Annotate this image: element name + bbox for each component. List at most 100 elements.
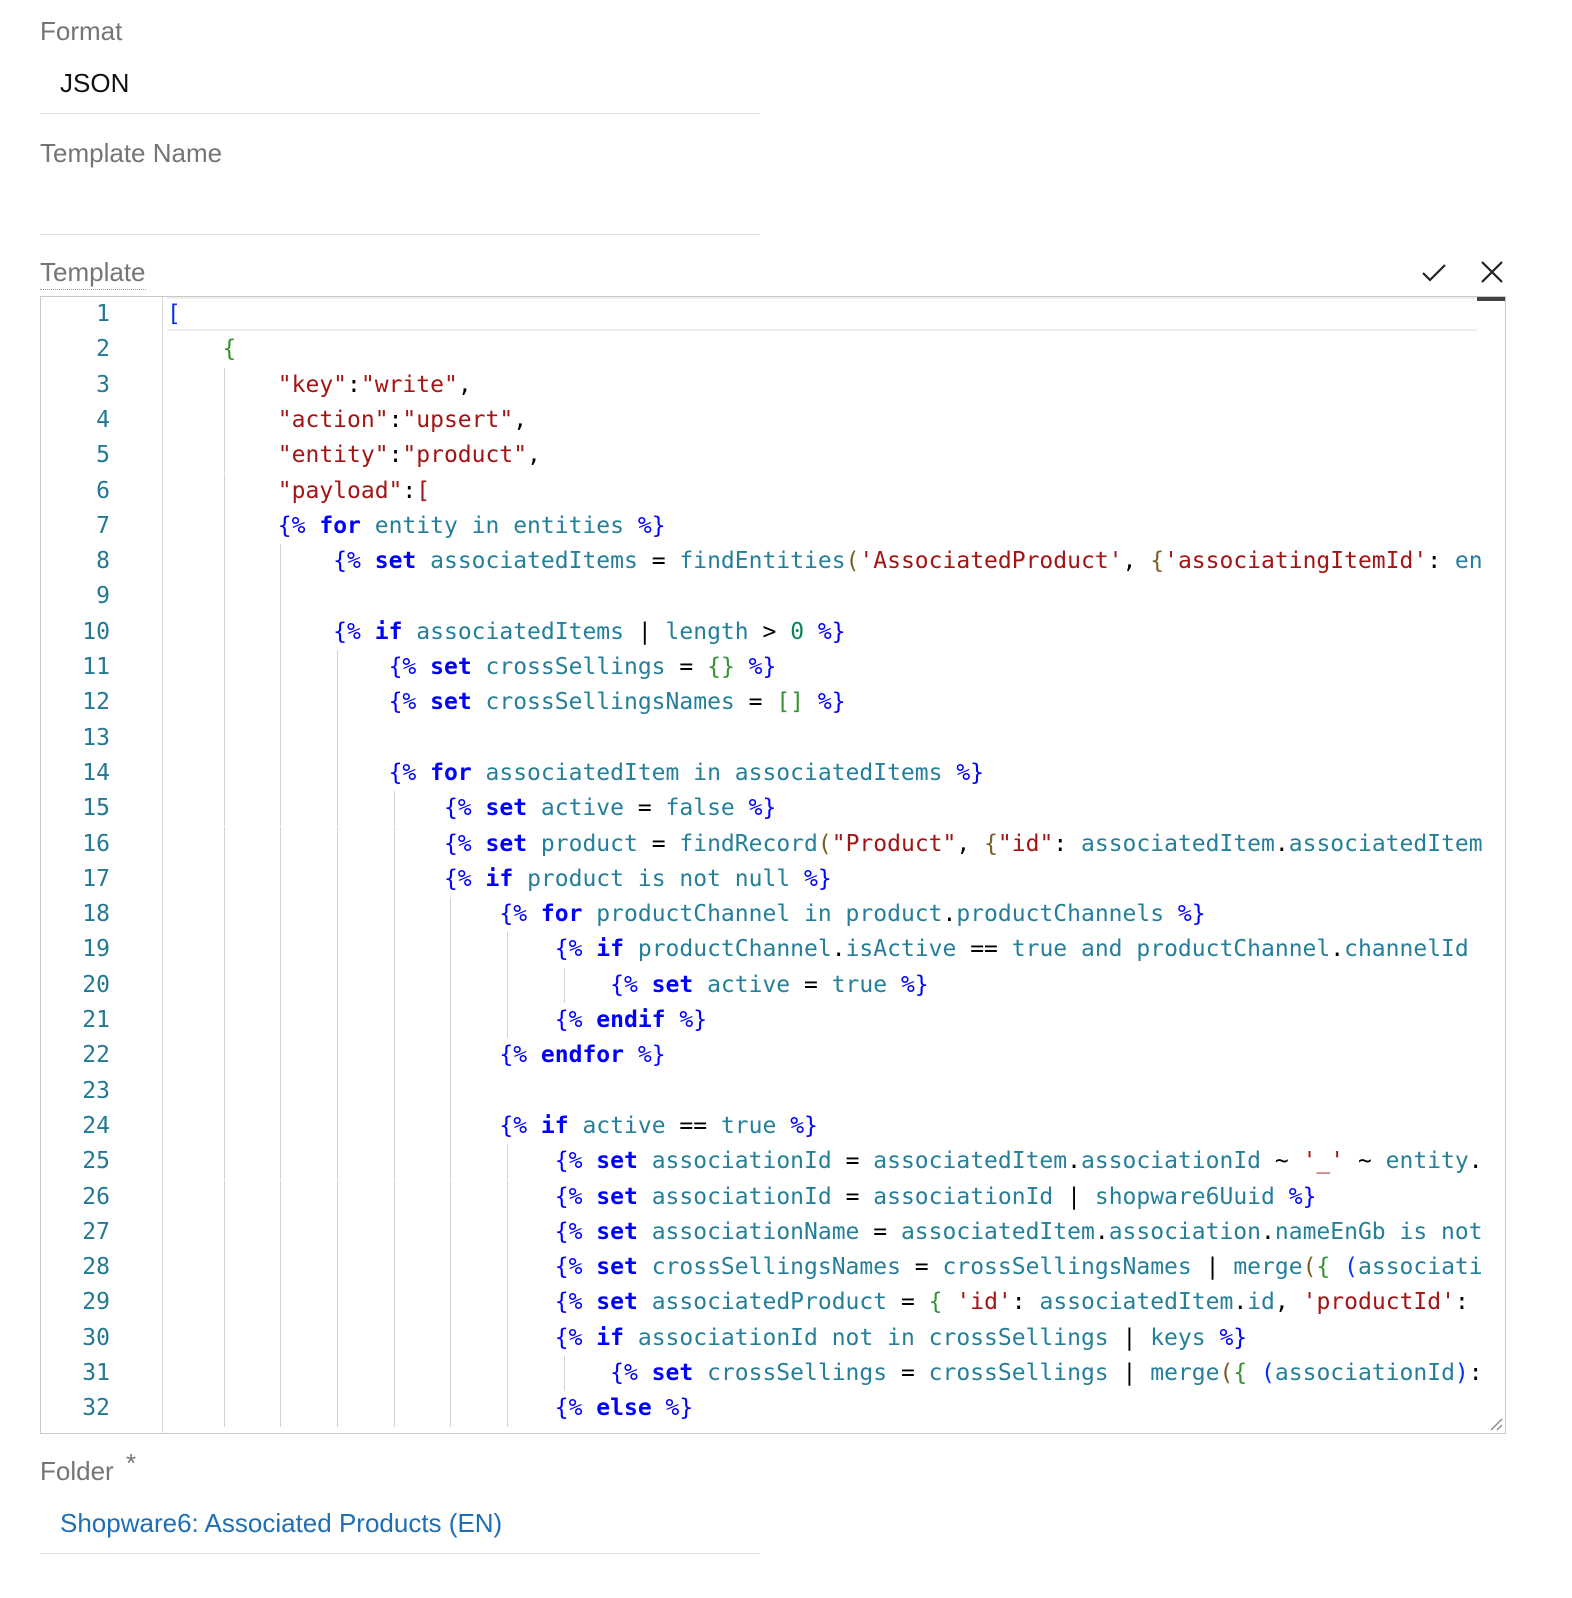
- indent-guide: [393, 1250, 395, 1286]
- indent-guide: [393, 1391, 395, 1427]
- line-number: 15: [82, 795, 110, 822]
- code-token: associationId: [637, 1148, 846, 1175]
- code-token: :: [402, 477, 417, 504]
- indent-guide: [393, 967, 395, 1003]
- code-line: {% set associationId = associationId | s…: [167, 1180, 1317, 1215]
- code-token: {%: [554, 1254, 583, 1281]
- code-line: {% if productChannel.isActive == true an…: [167, 932, 1469, 967]
- indent-guide: [450, 1038, 452, 1074]
- code-token: {%: [333, 548, 361, 575]
- code-token: product is not null: [513, 865, 805, 892]
- indent-guide: [393, 1073, 395, 1109]
- line-number: 8: [96, 548, 110, 575]
- code-token: (: [817, 830, 832, 857]
- indent-guide: [450, 897, 452, 933]
- code-token: =: [637, 795, 666, 822]
- line-number: 25: [82, 1148, 110, 1175]
- code-token: ,: [956, 830, 985, 857]
- indent-guide: [223, 720, 225, 756]
- indent-guide: [280, 932, 282, 968]
- indent-guide: [337, 1003, 339, 1039]
- code-token: {: [1233, 1360, 1248, 1386]
- code-token: 0: [790, 618, 805, 645]
- line-number: 24: [82, 1112, 110, 1139]
- indent-guide: [223, 614, 225, 650]
- code-token: =: [804, 971, 832, 998]
- template-label: Template: [40, 257, 146, 290]
- code-token: .: [1274, 830, 1289, 857]
- template-name-value[interactable]: [60, 190, 740, 220]
- line-number-gutter: 1 2 3 4 5 6 7 8 9 10 11 12 13 14 15 16 17 18 19 20 21 22 23 24 2…: [41, 297, 163, 1433]
- code-line: {% for associatedItem in associatedItems…: [167, 756, 984, 791]
- folder-label: Folder: [40, 1456, 114, 1486]
- indent-guide: [337, 826, 339, 862]
- indent-guide: [507, 967, 509, 1003]
- format-value[interactable]: JSON: [60, 68, 129, 99]
- line-number: 14: [82, 759, 110, 786]
- indent-guide: [280, 791, 282, 827]
- indent-guide: [223, 1179, 225, 1215]
- code-line: {% if product is not null %}: [167, 862, 832, 897]
- indent-guide: [450, 1214, 452, 1251]
- resize-handle-icon[interactable]: [1487, 1415, 1503, 1431]
- indent-guide: [280, 614, 282, 650]
- indent-guide: [223, 755, 225, 792]
- confirm-button[interactable]: [1418, 256, 1450, 288]
- code-token: active: [693, 971, 804, 998]
- indent-guide: [450, 1356, 452, 1392]
- folder-link[interactable]: Shopware6: Associated Products (EN): [60, 1508, 502, 1539]
- indent-guide: [337, 1214, 339, 1251]
- indent-guide: [337, 861, 339, 898]
- indent-guide: [393, 1285, 395, 1321]
- format-label: Format: [40, 16, 123, 46]
- code-token: ~: [1344, 1148, 1386, 1175]
- code-token: if: [374, 618, 403, 645]
- code-token: if: [485, 865, 514, 892]
- code-token: associatedItem: [1081, 830, 1275, 857]
- scrollbar-thumb[interactable]: [1477, 297, 1505, 301]
- indent-guide: [393, 897, 395, 933]
- indent-guide: [223, 932, 225, 968]
- code-token: set: [596, 1218, 638, 1245]
- code-token: associatedItems: [416, 548, 652, 575]
- code-token: channelId: [1344, 936, 1469, 963]
- code-token: crossSellings: [928, 1360, 1123, 1386]
- code-token: (: [1302, 1254, 1317, 1281]
- indent-guide: [223, 650, 225, 686]
- code-token: for: [540, 901, 583, 928]
- code-token: :: [388, 442, 403, 469]
- code-token: for: [319, 512, 361, 539]
- code-editor[interactable]: 1 2 3 4 5 6 7 8 9 10 11 12 13 14 15 16 17 18 19 20 21 22 23 24 2…: [40, 296, 1506, 1434]
- code-line: {% set associationName = associatedItem.…: [167, 1215, 1483, 1250]
- indent-guide: [223, 791, 225, 827]
- code-token: {: [984, 830, 998, 857]
- code-line: {% if active == true %}: [167, 1109, 818, 1144]
- indent-guide: [280, 1038, 282, 1074]
- code-token: associatedProduct: [637, 1289, 901, 1316]
- code-token: ,: [457, 371, 472, 398]
- code-token: {%: [554, 1148, 583, 1175]
- indent-guide: [337, 1391, 339, 1427]
- required-mark: *: [126, 1448, 137, 1478]
- code-token: .: [1261, 1218, 1275, 1245]
- cancel-button[interactable]: [1476, 256, 1508, 288]
- indent-guide: [280, 1003, 282, 1039]
- code-token: crossSellings: [471, 654, 680, 680]
- code-line: "action":"upsert",: [167, 403, 527, 438]
- code-token: set: [374, 548, 417, 575]
- line-number: 21: [82, 1007, 110, 1033]
- code-area[interactable]: [ { "key":"write", "action":"upsert", "e…: [167, 297, 1505, 1433]
- indent-guide: [280, 897, 282, 933]
- code-token: {%: [388, 654, 417, 680]
